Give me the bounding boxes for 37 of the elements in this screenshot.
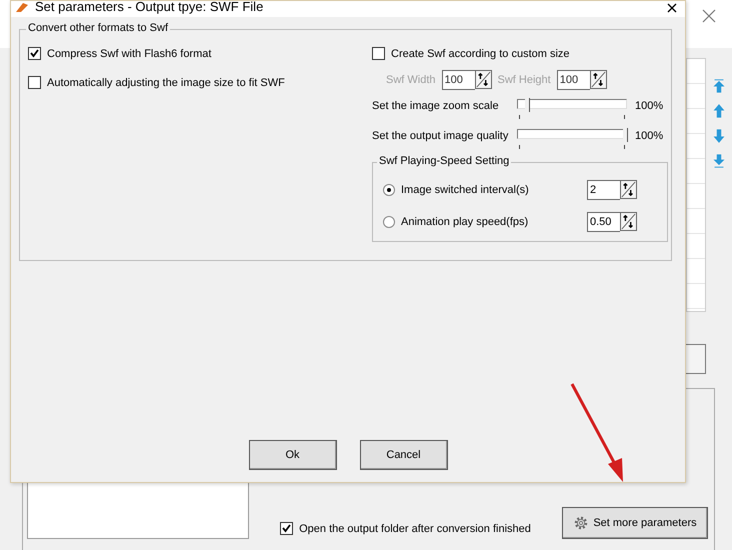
dialog-title: Set parameters - Output tpye: SWF File bbox=[35, 0, 264, 13]
move-up-icon[interactable] bbox=[711, 103, 727, 119]
radio-button[interactable] bbox=[383, 184, 395, 196]
checkbox[interactable] bbox=[372, 47, 385, 60]
move-to-bottom-icon[interactable] bbox=[711, 153, 727, 169]
radio-label: Animation play speed(fps) bbox=[401, 216, 528, 228]
spin-arrows-icon[interactable] bbox=[590, 70, 607, 89]
field-label: Swf Width bbox=[386, 74, 436, 86]
slider-value: 100% bbox=[635, 129, 664, 142]
move-down-icon[interactable] bbox=[711, 128, 727, 144]
checkbox[interactable] bbox=[28, 47, 41, 60]
slider-value: 100% bbox=[635, 99, 664, 112]
checkbox[interactable] bbox=[280, 522, 294, 535]
move-to-top-icon[interactable] bbox=[711, 78, 727, 94]
radio-button[interactable] bbox=[383, 216, 395, 228]
spin-arrows-icon[interactable] bbox=[474, 70, 492, 89]
checkbox[interactable] bbox=[28, 76, 41, 89]
gear-icon bbox=[573, 515, 590, 531]
spin-field[interactable]: 0.50 bbox=[587, 212, 620, 232]
radio-label: Image switched interval(s) bbox=[401, 184, 529, 196]
group-title: Convert other formats to Swf bbox=[26, 22, 170, 34]
spin-field[interactable]: 2 bbox=[587, 180, 620, 200]
spin-arrows-icon[interactable] bbox=[620, 180, 637, 199]
checkbox-label: Create Swf according to custom size bbox=[391, 48, 570, 60]
checkbox-label: Automatically adjusting the image size to fit SWF bbox=[47, 76, 285, 88]
cancel-button[interactable]: Cancel bbox=[360, 440, 448, 470]
app-logo-icon bbox=[15, 0, 29, 12]
slider-label: Set the image zoom scale bbox=[372, 99, 500, 112]
field-label: Swf Height bbox=[498, 74, 551, 86]
checkbox-label: Compress Swf with Flash6 format bbox=[47, 48, 212, 60]
checkbox-label: Open the output folder after conversion finished bbox=[299, 522, 531, 534]
slider-label: Set the output image quality bbox=[372, 129, 510, 142]
group-title: Swf Playing-Speed Setting bbox=[377, 155, 512, 167]
more-parameters-button[interactable]: Set more parameters bbox=[562, 507, 708, 539]
close-icon[interactable] bbox=[667, 3, 677, 13]
ok-button[interactable]: Ok bbox=[248, 440, 336, 470]
spin-arrows-icon[interactable] bbox=[620, 212, 637, 231]
